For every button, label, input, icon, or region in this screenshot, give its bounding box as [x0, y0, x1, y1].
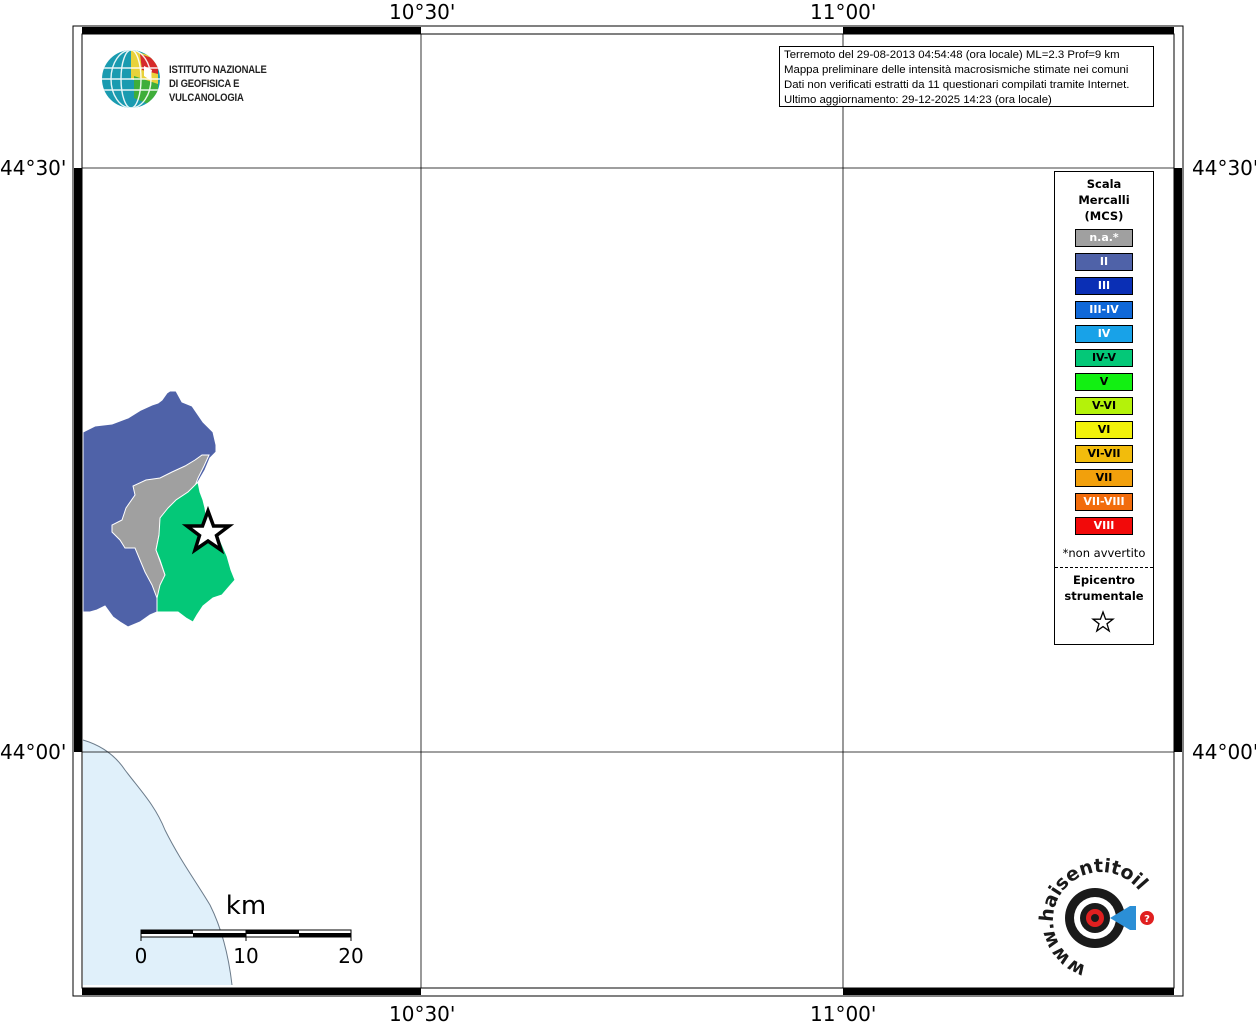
legend-divider [1055, 567, 1153, 568]
scale-tick-0: 0 [135, 944, 148, 968]
legend-swatch-n-a: n.a.* [1075, 229, 1133, 247]
legend-swatch-iv: IV [1075, 325, 1133, 343]
hsit-logo: ? www.haisentitoilterremoto.it [1032, 856, 1154, 981]
top-label-1030: 10°30' [389, 0, 456, 24]
right-label-4430: 44°30' [1192, 156, 1256, 180]
svg-text:?: ? [1144, 914, 1150, 925]
event-info-line3: Dati non verificati estratti da 11 quest… [784, 79, 1130, 91]
scale-tick-20: 20 [338, 944, 363, 968]
right-label-4400: 44°00' [1192, 740, 1256, 764]
legend-swatch-iv-v: IV-V [1075, 349, 1133, 367]
scale-unit: km [226, 891, 266, 921]
legend-epicenter-line1: Epicentro [1073, 573, 1135, 587]
ingv-name-line2: DI GEOFISICA E VULCANOLOGIA [169, 78, 244, 104]
event-info-box: Terremoto del 29-08-2013 04:54:48 (ora l… [779, 46, 1154, 107]
bottom-label-1100: 11°00' [810, 1002, 877, 1026]
legend-title-line3: (MCS) [1084, 209, 1124, 223]
sea-area [83, 740, 232, 985]
left-label-4430: 44°30' [0, 156, 67, 180]
legend-title-line1: Scala [1086, 177, 1122, 191]
legend-swatch-v: V [1075, 373, 1133, 391]
grid-lines [82, 34, 1174, 988]
ingv-name-line1: ISTITUTO NAZIONALE [169, 64, 267, 76]
bottom-label-1030: 10°30' [389, 1002, 456, 1026]
legend-star-icon [1091, 610, 1115, 633]
legend-swatch-v-vi: V-VI [1075, 397, 1133, 415]
top-label-1100: 11°00' [810, 0, 877, 24]
legend-swatch-iii: III [1075, 277, 1133, 295]
event-info-line4: Ultimo aggiornamento: 29-12-2025 14:23 (… [784, 94, 1052, 106]
legend-swatch-vi-vii: VI-VII [1075, 445, 1133, 463]
legend-na-note: *non avvertito [1062, 546, 1146, 560]
legend-swatch-vi: VI [1075, 421, 1133, 439]
legend-title-line2: Mercalli [1078, 193, 1130, 207]
left-label-4400: 44°00' [0, 740, 67, 764]
ingv-globe-icon [102, 50, 160, 108]
ingv-logo: ISTITUTO NAZIONALE DI GEOFISICA E VULCAN… [100, 48, 330, 110]
mcs-legend: Scala Mercalli (MCS) n.a.* II III III-IV IV I… [1054, 171, 1154, 645]
event-info-line1: Terremoto del 29-08-2013 04:54:48 (ora l… [784, 49, 1120, 61]
legend-swatch-vii: VII [1075, 469, 1133, 487]
legend-swatch-iii-iv: III-IV [1075, 301, 1133, 319]
map-frame [72, 25, 1184, 997]
legend-swatch-viii: VIII [1075, 517, 1133, 535]
event-info-line2: Mappa preliminare delle intensità macros… [784, 64, 1129, 76]
legend-swatch-ii: II [1075, 253, 1133, 271]
legend-epicenter-line2: strumentale [1064, 589, 1144, 603]
legend-swatch-vii-viii: VII-VIII [1075, 493, 1133, 511]
scale-tick-10: 10 [233, 944, 258, 968]
